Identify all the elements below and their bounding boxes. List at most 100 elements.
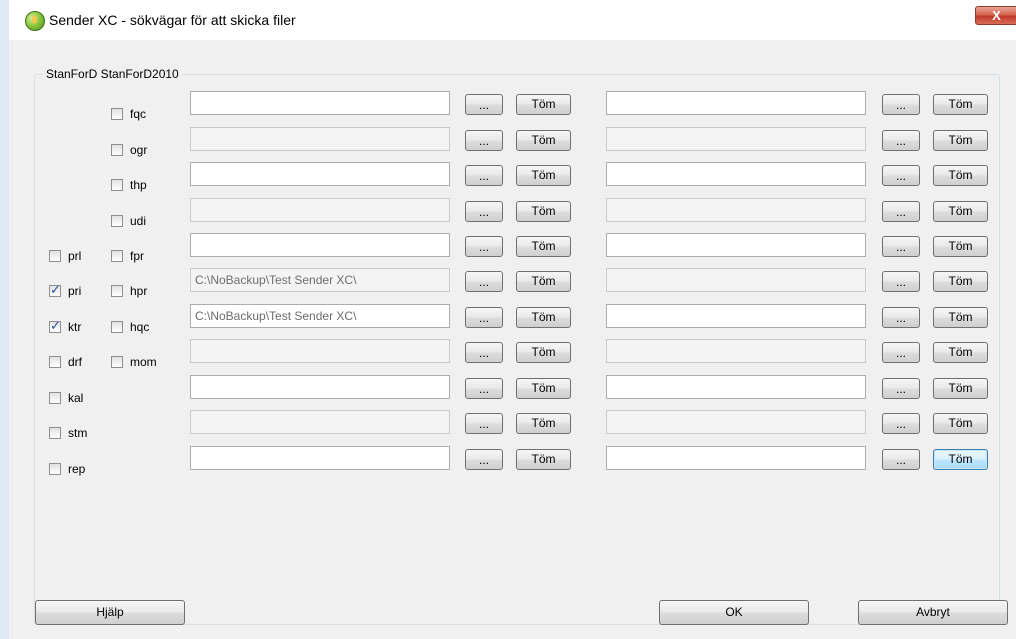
checkbox-box[interactable]: [111, 356, 123, 368]
ok-button[interactable]: OK: [659, 600, 809, 625]
checkbox-box[interactable]: [111, 144, 123, 156]
left_checkboxes-checkbox-prl[interactable]: prl: [49, 249, 81, 263]
clear-button-1[interactable]: Töm: [516, 342, 571, 363]
clear-button-1[interactable]: Töm: [516, 236, 571, 257]
clear-button-2[interactable]: Töm: [933, 271, 988, 292]
path1-input[interactable]: [190, 446, 450, 470]
browse-button-2[interactable]: ...: [882, 271, 920, 292]
left_checkboxes-checkbox-drf[interactable]: drf: [49, 355, 82, 369]
clear-button-2[interactable]: Töm: [933, 378, 988, 399]
browse-button-2[interactable]: ...: [882, 130, 920, 151]
browse-button-2[interactable]: ...: [882, 307, 920, 328]
inner_checkboxes-checkbox-hqc[interactable]: hqc: [111, 320, 149, 334]
inner_checkboxes-checkbox-fqc[interactable]: fqc: [111, 107, 146, 121]
browse-button-2[interactable]: ...: [882, 378, 920, 399]
clear-button-1[interactable]: Töm: [516, 130, 571, 151]
left_checkboxes-checkbox-kal[interactable]: kal: [49, 391, 83, 405]
clear-button-1[interactable]: Töm: [516, 449, 571, 470]
browse-button-2[interactable]: ...: [882, 201, 920, 222]
browse-button-1[interactable]: ...: [465, 378, 503, 399]
path1-input[interactable]: [190, 162, 450, 186]
clear-button-1[interactable]: Töm: [516, 165, 571, 186]
inner_checkboxes-checkbox-thp[interactable]: thp: [111, 178, 147, 192]
path1-input[interactable]: [190, 91, 450, 115]
cancel-button[interactable]: Avbryt: [858, 600, 1008, 625]
inner_checkboxes-checkbox-hpr[interactable]: hpr: [111, 284, 147, 298]
path1-input[interactable]: [190, 410, 450, 434]
path2-input[interactable]: [606, 127, 866, 151]
checkbox-box[interactable]: [49, 427, 61, 439]
browse-button-2[interactable]: ...: [882, 236, 920, 257]
path2-input[interactable]: [606, 339, 866, 363]
inner_checkboxes-checkbox-mom[interactable]: mom: [111, 355, 157, 369]
clear-button-2[interactable]: Töm: [933, 413, 988, 434]
browse-button-1[interactable]: ...: [465, 94, 503, 115]
clear-button-1[interactable]: Töm: [516, 307, 571, 328]
browse-button-1[interactable]: ...: [465, 413, 503, 434]
browse-button-2[interactable]: ...: [882, 342, 920, 363]
checkbox-box[interactable]: [111, 108, 123, 120]
path2-input[interactable]: [606, 91, 866, 115]
inner_checkboxes-checkbox-ogr[interactable]: ogr: [111, 143, 147, 157]
clear-button-2[interactable]: Töm: [933, 307, 988, 328]
path2-input[interactable]: [606, 375, 866, 399]
browse-button-1[interactable]: ...: [465, 201, 503, 222]
browse-button-1[interactable]: ...: [465, 130, 503, 151]
browse-button-2[interactable]: ...: [882, 449, 920, 470]
checkbox-box[interactable]: [49, 356, 61, 368]
path1-input[interactable]: [190, 304, 450, 328]
checkbox-box[interactable]: [49, 319, 61, 334]
browse-button-1[interactable]: ...: [465, 271, 503, 292]
path1-input[interactable]: [190, 268, 450, 292]
path2-input[interactable]: [606, 446, 866, 470]
clear-button-2[interactable]: Töm: [933, 236, 988, 257]
clear-button-2[interactable]: Töm: [933, 449, 988, 470]
path2-input[interactable]: [606, 162, 866, 186]
clear-button-2[interactable]: Töm: [933, 130, 988, 151]
path1-input[interactable]: [190, 339, 450, 363]
path2-input[interactable]: [606, 410, 866, 434]
clear-button-2[interactable]: Töm: [933, 165, 988, 186]
path2-input[interactable]: [606, 304, 866, 328]
clear-button-1[interactable]: Töm: [516, 94, 571, 115]
inner_checkboxes-checkbox-udi[interactable]: udi: [111, 214, 146, 228]
path1-input[interactable]: [190, 375, 450, 399]
left_checkboxes-checkbox-pri[interactable]: pri: [49, 283, 81, 298]
clear-button-1[interactable]: Töm: [516, 201, 571, 222]
clear-button-2[interactable]: Töm: [933, 94, 988, 115]
checkbox-box[interactable]: [111, 215, 123, 227]
path2-input[interactable]: [606, 233, 866, 257]
help-button[interactable]: Hjälp: [35, 600, 185, 625]
left_checkboxes-checkbox-stm[interactable]: stm: [49, 426, 87, 440]
checkbox-box[interactable]: [111, 321, 123, 333]
browse-button-1[interactable]: ...: [465, 165, 503, 186]
checkbox-box[interactable]: [111, 250, 123, 262]
path2-input[interactable]: [606, 268, 866, 292]
checkbox-box[interactable]: [111, 179, 123, 191]
clear-button-1[interactable]: Töm: [516, 271, 571, 292]
left_checkboxes-checkbox-ktr[interactable]: ktr: [49, 319, 81, 334]
browse-button-2[interactable]: ...: [882, 165, 920, 186]
path1-input[interactable]: [190, 233, 450, 257]
path1-input[interactable]: [190, 127, 450, 151]
browse-button-1[interactable]: ...: [465, 236, 503, 257]
checkbox-box[interactable]: [49, 392, 61, 404]
path1-input[interactable]: [190, 198, 450, 222]
clear-button-1[interactable]: Töm: [516, 378, 571, 399]
checkbox-box[interactable]: [49, 463, 61, 475]
path2-input[interactable]: [606, 198, 866, 222]
left_checkboxes-checkbox-rep[interactable]: rep: [49, 462, 85, 476]
clear-button-2[interactable]: Töm: [933, 201, 988, 222]
clear-button-1[interactable]: Töm: [516, 413, 571, 434]
inner_checkboxes-checkbox-fpr[interactable]: fpr: [111, 249, 144, 263]
checkbox-box[interactable]: [111, 285, 123, 297]
checkbox-box[interactable]: [49, 283, 61, 298]
browse-button-1[interactable]: ...: [465, 307, 503, 328]
close-button[interactable]: X: [975, 6, 1016, 25]
browse-button-1[interactable]: ...: [465, 449, 503, 470]
browse-button-1[interactable]: ...: [465, 342, 503, 363]
checkbox-box[interactable]: [49, 250, 61, 262]
clear-button-2[interactable]: Töm: [933, 342, 988, 363]
browse-button-2[interactable]: ...: [882, 94, 920, 115]
browse-button-2[interactable]: ...: [882, 413, 920, 434]
